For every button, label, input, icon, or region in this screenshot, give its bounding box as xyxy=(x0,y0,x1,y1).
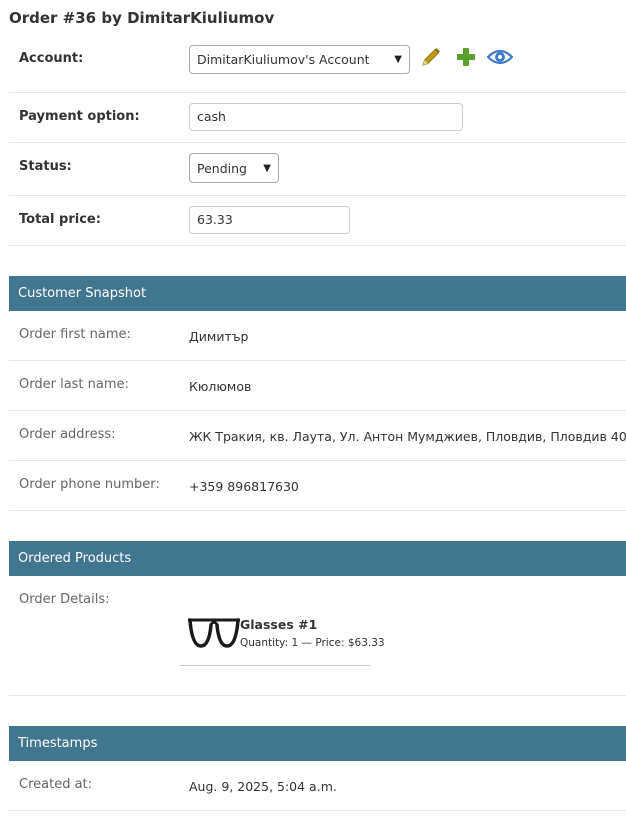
order-first-name-value: Димитър xyxy=(189,329,249,344)
account-label: Account: xyxy=(19,51,84,66)
account-select-value: DimitarKiuliumov's Account xyxy=(197,52,370,67)
status-select[interactable]: Pending ▼ xyxy=(189,153,279,183)
order-first-name-label: Order first name: xyxy=(19,327,131,342)
customer-snapshot-header: Customer Snapshot xyxy=(9,276,626,311)
order-phone-number-value: +359 896817630 xyxy=(189,479,299,494)
total-price-input[interactable]: 63.33 xyxy=(189,206,350,234)
product-divider xyxy=(180,665,370,666)
created-at-value: Aug. 9, 2025, 5:04 a.m. xyxy=(189,779,337,794)
account-row: Account: DimitarKiuliumov's Account ▼ xyxy=(9,35,626,93)
timestamps-header: Timestamps xyxy=(9,726,626,761)
payment-option-row: Payment option: cash xyxy=(9,93,626,143)
page-title: Order #36 by DimitarKiuliumov xyxy=(9,9,275,27)
total-price-row: Total price: 63.33 xyxy=(9,196,626,246)
status-select-value: Pending xyxy=(197,160,247,176)
order-address-label: Order address: xyxy=(19,427,116,442)
payment-option-input[interactable]: cash xyxy=(189,103,463,131)
pencil-icon[interactable] xyxy=(420,46,442,68)
order-address-row: Order address: ЖК Тракия, кв. Лаута, Ул.… xyxy=(9,411,626,461)
created-at-label: Created at: xyxy=(19,777,93,792)
ordered-products-header: Ordered Products xyxy=(9,541,626,576)
order-change-form: Order #36 by DimitarKiuliumov Account: D… xyxy=(0,0,626,828)
order-details-label: Order Details: xyxy=(19,592,110,607)
product-summary: Quantity: 1 — Price: $63.33 xyxy=(240,637,385,649)
order-address-value: ЖК Тракия, кв. Лаута, Ул. Антон Мумджиев… xyxy=(189,429,626,444)
order-phone-number-row: Order phone number: +359 896817630 xyxy=(9,461,626,511)
chevron-down-icon: ▼ xyxy=(263,162,271,174)
chevron-down-icon: ▼ xyxy=(394,54,402,65)
order-details-row: Order Details: xyxy=(9,576,626,696)
payment-option-label: Payment option: xyxy=(19,109,140,124)
glasses-icon xyxy=(187,616,241,650)
order-last-name-label: Order last name: xyxy=(19,377,129,392)
total-price-label: Total price: xyxy=(19,212,101,227)
order-last-name-value: Кюлюмов xyxy=(189,379,252,394)
created-at-row: Created at: Aug. 9, 2025, 5:04 a.m. xyxy=(9,761,626,811)
order-last-name-row: Order last name: Кюлюмов xyxy=(9,361,626,411)
order-first-name-row: Order first name: Димитър xyxy=(9,311,626,361)
order-phone-number-label: Order phone number: xyxy=(19,477,160,492)
plus-icon[interactable] xyxy=(455,46,477,68)
product-name: Glasses #1 xyxy=(240,617,318,632)
status-label: Status: xyxy=(19,159,72,174)
eye-icon[interactable] xyxy=(486,46,514,68)
status-row: Status: Pending ▼ xyxy=(9,143,626,196)
account-select[interactable]: DimitarKiuliumov's Account ▼ xyxy=(189,45,410,74)
